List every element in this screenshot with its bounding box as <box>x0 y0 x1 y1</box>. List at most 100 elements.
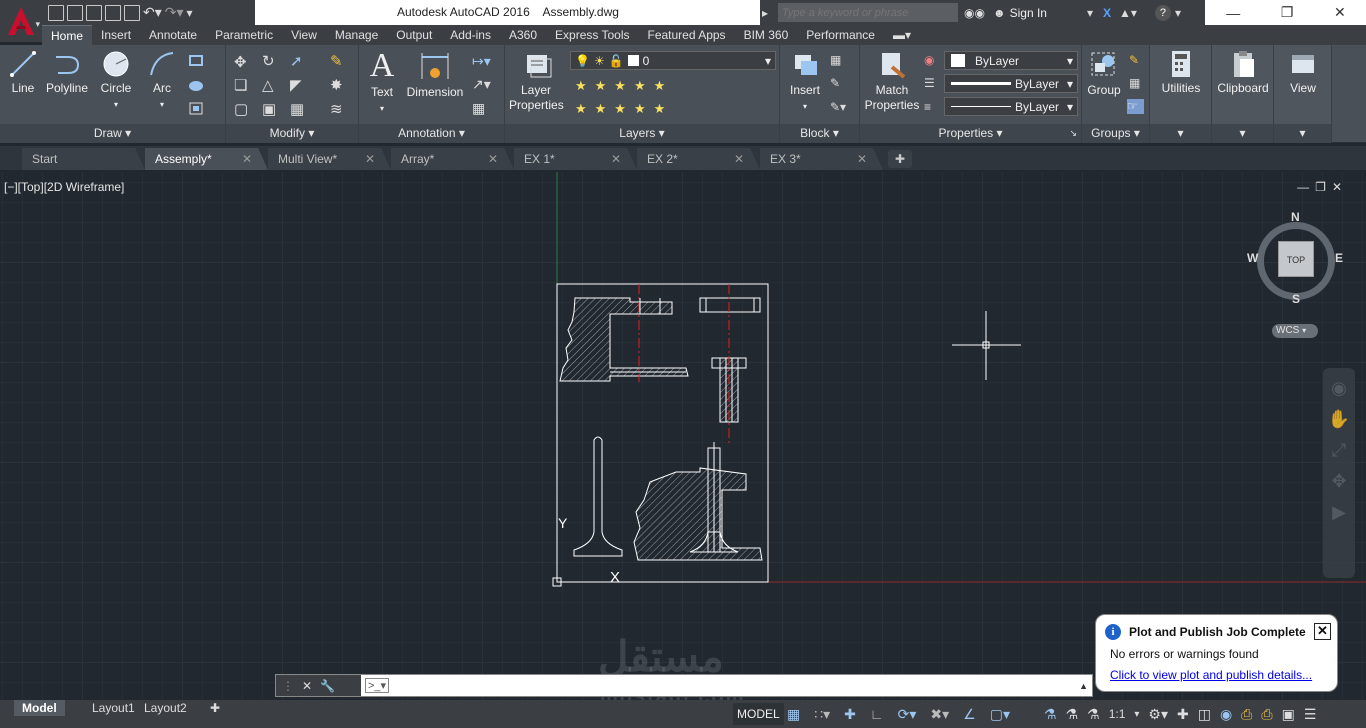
plot-status-icon[interactable]: ⎙ <box>1241 706 1252 723</box>
showmotion-icon[interactable]: ▶ <box>1332 502 1346 523</box>
mirror-icon[interactable]: △ <box>262 76 279 94</box>
copy-icon[interactable]: ❏ <box>234 76 251 94</box>
quick-properties-icon[interactable]: ◉ <box>1220 706 1232 723</box>
workspace-gear-icon[interactable]: ⚙▾ <box>1148 706 1168 723</box>
viewcube[interactable]: TOP N S W E <box>1247 210 1343 306</box>
file-tab[interactable]: EX 1* ✕ <box>514 148 637 170</box>
command-prompt-icon[interactable]: >_▾ <box>365 678 390 693</box>
ortho-icon[interactable]: ∟ <box>870 706 884 722</box>
compass-east[interactable]: E <box>1335 251 1343 265</box>
line-tool[interactable]: Line <box>6 49 40 96</box>
utilities-dropdown-icon[interactable]: ▾ <box>1150 124 1211 143</box>
expand-arrow-icon[interactable]: ▸ <box>762 6 768 20</box>
wcs-menu[interactable]: WCS ▾ <box>1272 324 1318 338</box>
ribbon-tab[interactable]: Home <box>42 25 93 45</box>
save-as-icon[interactable] <box>105 4 121 21</box>
compass-north[interactable]: N <box>1291 210 1300 224</box>
arc-tool[interactable]: Arc ▾ <box>145 49 179 112</box>
group-selection-icon[interactable]: ☞ <box>1127 99 1144 114</box>
orbit-icon[interactable]: ✥ <box>1331 471 1346 492</box>
save-icon[interactable] <box>86 4 102 21</box>
close-command-line-icon[interactable]: ✕ <box>302 679 312 693</box>
file-tab[interactable]: Array* ✕ <box>391 148 514 170</box>
text-dropdown-icon[interactable]: ▾ <box>380 104 384 113</box>
redo-icon[interactable]: ↷▾ <box>165 4 184 21</box>
layout-tab[interactable]: Model <box>14 700 65 716</box>
clipboard-tool[interactable]: Clipboard <box>1214 49 1272 96</box>
ungroup-icon[interactable]: ✎ <box>1129 53 1146 68</box>
close-button[interactable]: ✕ <box>1334 4 1346 21</box>
polyline-tool[interactable]: Polyline <box>42 49 92 96</box>
utilities-tool[interactable]: Utilities <box>1154 49 1208 96</box>
isolate-objects-icon[interactable]: ⎙ <box>1261 706 1272 723</box>
annotation-scale-icon[interactable]: ⚗ <box>1087 706 1100 723</box>
group-tool[interactable]: Group <box>1084 49 1124 98</box>
linetype-dropdown[interactable]: ByLayer ▾ <box>944 97 1078 116</box>
dimension-tool[interactable]: Dimension <box>405 49 465 100</box>
file-tab[interactable]: Assemply* ✕ <box>145 148 268 170</box>
polar-tracking-icon[interactable]: ⟳▾ <box>898 706 917 723</box>
create-block-icon[interactable]: ▦ <box>830 53 847 68</box>
properties-panel-title[interactable]: Properties ▾ ↘ <box>860 124 1081 143</box>
ribbon-tab[interactable]: Parametric <box>206 25 282 45</box>
units-icon[interactable]: ◫ <box>1198 706 1211 723</box>
ribbon-tab[interactable]: Manage <box>326 25 387 45</box>
ribbon-tab[interactable]: Annotate <box>140 25 206 45</box>
clipboard-panel[interactable]: Clipboard ▾ <box>1212 45 1274 143</box>
ribbon-more-icon[interactable]: ▬▾ <box>884 25 920 45</box>
utilities-panel[interactable]: Utilities ▾ <box>1150 45 1212 143</box>
file-tab[interactable]: Start <box>22 148 145 170</box>
annotation-scale-value[interactable]: 1:1 <box>1109 707 1126 721</box>
grip-icon[interactable]: ⋮ <box>282 679 294 693</box>
move-icon[interactable]: ✥ <box>234 53 251 71</box>
help-dropdown-icon[interactable]: ▾ <box>1175 6 1181 20</box>
boundary-icon[interactable] <box>188 101 205 116</box>
rectangle-icon[interactable] <box>188 53 205 68</box>
annotation-monitor-icon[interactable]: ✚ <box>1177 706 1189 723</box>
help-icon[interactable]: ? <box>1154 4 1171 21</box>
modify-panel-title[interactable]: Modify ▾ <box>226 124 358 143</box>
plot-icon[interactable] <box>124 4 140 21</box>
close-tab-icon[interactable]: ✕ <box>365 148 375 170</box>
layout-tab[interactable]: Layout2 <box>136 700 195 716</box>
view-dropdown-icon[interactable]: ▾ <box>1274 124 1331 143</box>
search-input[interactable] <box>778 3 959 22</box>
new-tab-button[interactable]: ✚ <box>888 150 912 168</box>
ribbon-tab[interactable]: Add-ins <box>441 25 500 45</box>
customization-menu-icon[interactable]: ☰ <box>1304 706 1317 723</box>
close-tab-icon[interactable]: ✕ <box>488 148 498 170</box>
grid-icon[interactable]: ▦ <box>787 706 800 723</box>
sign-in-button[interactable]: Sign In <box>1010 6 1047 20</box>
close-tab-icon[interactable]: ✕ <box>611 148 621 170</box>
snap-icon[interactable]: ∷▾ <box>814 706 830 723</box>
undo-icon[interactable]: ↶▾ <box>143 4 162 21</box>
viewcube-top-face[interactable]: TOP <box>1278 241 1314 277</box>
text-tool[interactable]: A Text ▾ <box>367 49 397 116</box>
open-file-icon[interactable] <box>67 4 83 21</box>
color-dropdown[interactable]: ByLayer ▾ <box>944 51 1078 70</box>
steering-wheel-icon[interactable]: ◉ <box>1331 378 1347 399</box>
edit-block-icon[interactable]: ✎ <box>830 76 847 91</box>
auto-scale-icon[interactable]: ⚗ <box>1066 706 1079 723</box>
clipboard-dropdown-icon[interactable]: ▾ <box>1212 124 1273 143</box>
maximize-button[interactable]: ❐ <box>1281 4 1294 21</box>
array-icon[interactable]: ▦ <box>290 100 307 118</box>
zoom-extents-icon[interactable]: ⤢ <box>1332 440 1346 461</box>
draw-panel-title[interactable]: Draw ▾ <box>0 124 225 143</box>
hatch-icon[interactable] <box>188 78 205 93</box>
pan-icon[interactable]: ✋ <box>1328 409 1350 430</box>
command-history-icon[interactable]: ▲ <box>1079 681 1088 691</box>
block-panel-title[interactable]: Block ▾ <box>780 124 859 143</box>
annotation-visibility-icon[interactable]: ⚗ <box>1044 706 1057 723</box>
linear-dim-icon[interactable]: ↦▾ <box>472 53 491 69</box>
a360-icon[interactable]: ▲▾ <box>1119 6 1137 20</box>
model-space-button[interactable]: MODEL <box>733 703 784 725</box>
object-snap-tracking-icon[interactable]: ▢▾ <box>990 706 1010 723</box>
erase-icon[interactable]: ✎ <box>330 52 347 70</box>
ribbon-tab[interactable]: View <box>282 25 326 45</box>
binoculars-icon[interactable]: ◉◉ <box>964 6 985 20</box>
rotate-icon[interactable]: ↻ <box>262 52 279 70</box>
new-file-icon[interactable] <box>48 4 64 21</box>
layout-tab[interactable]: Layout1 <box>84 700 143 716</box>
application-menu-button[interactable]: ▾ <box>0 0 42 42</box>
